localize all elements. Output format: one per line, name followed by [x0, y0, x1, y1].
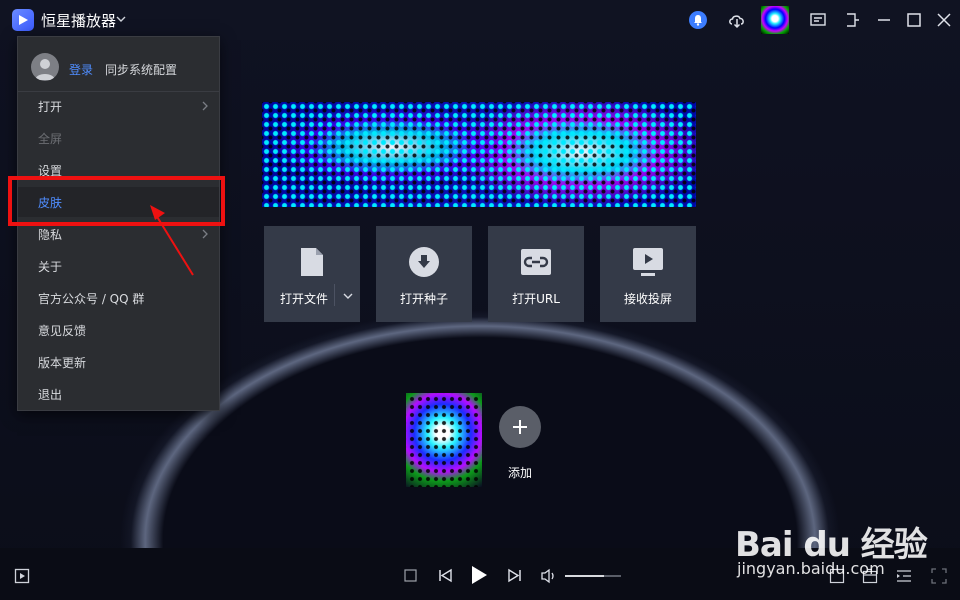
volume-slider[interactable] — [565, 575, 621, 577]
plus-icon — [513, 420, 527, 434]
app-title[interactable]: 恒星播放器 — [41, 10, 116, 31]
cast-screen-icon — [633, 248, 663, 276]
chevron-right-icon — [202, 229, 208, 239]
volume-slider-fill — [565, 575, 605, 577]
menu-item-fullscreen: 全屏 — [18, 123, 219, 153]
volume-icon[interactable] — [540, 568, 558, 584]
baidu-jingyan-watermark: Bai du 经验 jingyan.baidu.com — [735, 497, 955, 587]
open-url-button[interactable]: 打开URL — [488, 226, 584, 322]
open-url-label: 打开URL — [512, 292, 560, 306]
receive-cast-button[interactable]: 接收投屏 — [600, 226, 696, 322]
previous-icon[interactable] — [437, 567, 454, 584]
menu-item-official-accounts[interactable]: 官方公众号 / QQ 群 — [18, 283, 219, 313]
add-media-button[interactable] — [499, 406, 541, 448]
sync-settings-text[interactable]: 同步系统配置 — [105, 61, 177, 78]
menu-item-label: 隐私 — [38, 228, 63, 242]
maximize-icon[interactable] — [904, 10, 924, 30]
next-icon[interactable] — [506, 567, 523, 584]
user-silhouette-icon — [35, 59, 55, 80]
title-bar: 恒星播放器 — [0, 0, 960, 40]
menu-item-label: 意见反馈 — [38, 324, 87, 338]
promo-banner[interactable] — [262, 102, 696, 207]
message-icon[interactable] — [808, 10, 828, 30]
minimize-icon[interactable] — [874, 10, 894, 30]
chevron-right-icon — [202, 101, 208, 111]
annotation-arrow-icon — [150, 205, 194, 276]
receive-cast-label: 接收投屏 — [623, 292, 672, 306]
banner-pattern — [262, 102, 696, 207]
menu-item-label: 官方公众号 / QQ 群 — [38, 292, 145, 306]
menu-item-update[interactable]: 版本更新 — [18, 347, 219, 377]
download-circle-icon — [409, 247, 439, 277]
recent-media-thumbnail[interactable] — [406, 393, 482, 487]
watermark-url: jingyan.baidu.com — [737, 559, 885, 578]
stop-icon[interactable] — [404, 569, 417, 582]
chevron-down-icon[interactable] — [338, 288, 358, 304]
menu-item-label: 打开 — [38, 100, 63, 114]
menu-item-label: 全屏 — [38, 132, 63, 146]
notification-bell-icon[interactable] — [688, 10, 708, 30]
menu-item-label: 退出 — [38, 388, 63, 402]
close-icon[interactable] — [934, 10, 954, 30]
chevron-down-icon[interactable] — [115, 13, 127, 25]
user-avatar[interactable] — [31, 53, 59, 81]
menu-item-label: 版本更新 — [38, 356, 87, 370]
menu-item-feedback[interactable]: 意见反馈 — [18, 315, 219, 345]
login-link[interactable]: 登录 — [69, 61, 93, 78]
pin-on-top-icon[interactable] — [842, 10, 862, 30]
divider — [334, 284, 335, 306]
play-icon[interactable] — [469, 565, 489, 585]
menu-header: 登录 同步系统配置 — [18, 37, 219, 92]
add-media-label: 添加 — [507, 466, 532, 480]
open-file-label: 打开文件 — [279, 292, 328, 306]
open-file-button[interactable]: 打开文件 — [264, 226, 360, 322]
user-avatar-thumbnail[interactable] — [761, 6, 789, 34]
link-icon — [521, 249, 551, 275]
playlist-toggle-icon[interactable] — [14, 568, 30, 584]
open-torrent-button[interactable]: 打开种子 — [376, 226, 472, 322]
open-torrent-label: 打开种子 — [399, 292, 448, 306]
file-icon — [301, 248, 323, 276]
menu-item-label: 关于 — [38, 260, 63, 274]
app-logo-icon — [12, 9, 34, 31]
cloud-download-icon[interactable] — [727, 10, 747, 30]
menu-item-exit[interactable]: 退出 — [18, 379, 219, 409]
menu-item-open[interactable]: 打开 — [18, 91, 219, 121]
